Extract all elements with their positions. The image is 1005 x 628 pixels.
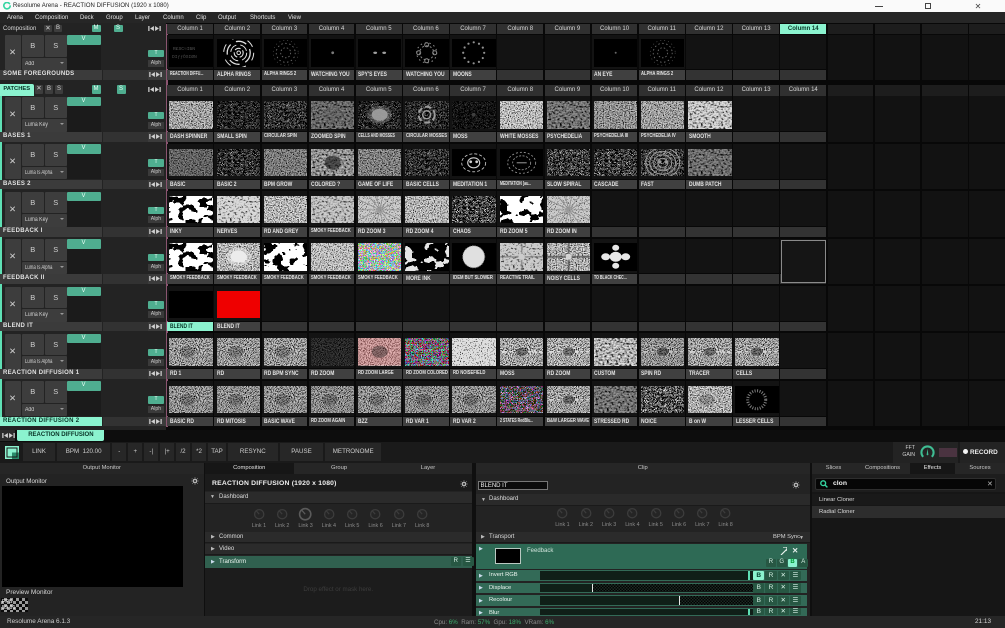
svg-text:DIƒƒŌSΙØN: DIƒƒŌSΙØN — [172, 53, 197, 60]
svg-text:R£SC≈IБN: R£SC≈IБN — [173, 46, 195, 52]
